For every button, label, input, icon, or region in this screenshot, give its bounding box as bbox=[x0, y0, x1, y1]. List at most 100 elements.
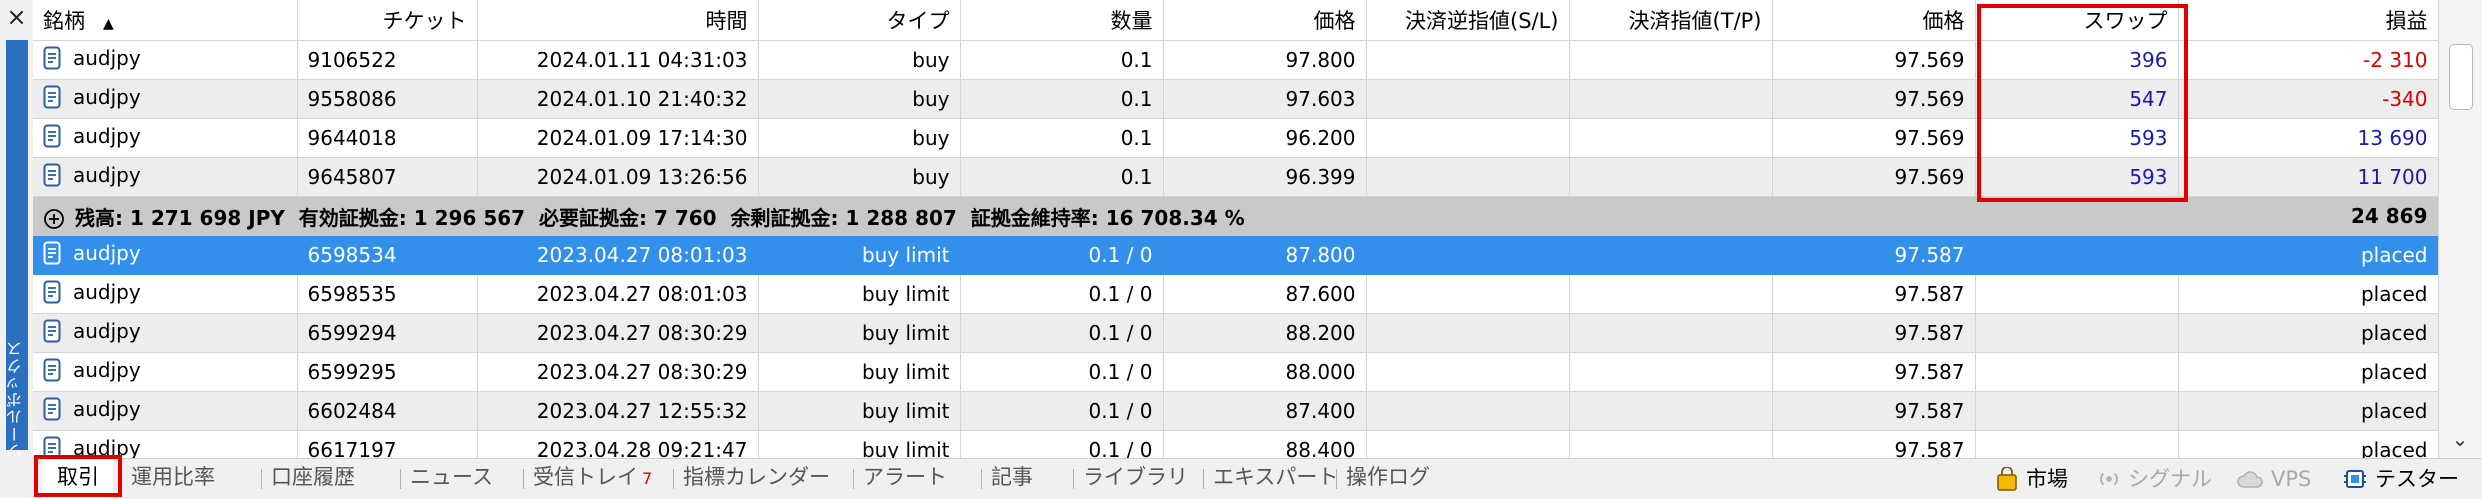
ticket-cell: 9644018 bbox=[297, 118, 478, 158]
volume-cell: 0.1 bbox=[960, 79, 1164, 119]
tab-6[interactable]: 指標カレンダー bbox=[683, 459, 830, 499]
tab-divider bbox=[981, 469, 982, 489]
status-cell: placed bbox=[2178, 274, 2438, 314]
symbol: audjpy bbox=[43, 124, 141, 148]
column-header[interactable]: 価格 bbox=[1772, 0, 1976, 41]
order-document-icon bbox=[43, 241, 61, 264]
order-document-icon bbox=[43, 436, 61, 458]
column-header[interactable]: 決済逆指値(S/L) bbox=[1366, 0, 1570, 41]
order-document-icon bbox=[43, 358, 61, 381]
stop-loss-cell bbox=[1366, 313, 1570, 353]
pending-order-row[interactable]: audjpy 6598534 2023.04.27 08:01:03 buy limi… bbox=[33, 235, 2438, 275]
type-cell: buy bbox=[758, 118, 961, 158]
signal-icon bbox=[2098, 468, 2120, 490]
tab-label: エキスパート bbox=[1213, 465, 1339, 489]
symbol-cell: audjpy bbox=[33, 313, 298, 353]
tab-divider bbox=[673, 469, 674, 489]
tab-シグナル[interactable]: シグナル bbox=[2098, 459, 2212, 499]
stop-loss-cell bbox=[1366, 352, 1570, 392]
symbol: audjpy bbox=[43, 319, 141, 343]
type-cell: buy limit bbox=[758, 430, 961, 458]
symbol-cell: audjpy bbox=[33, 118, 298, 158]
tab-divider bbox=[1073, 469, 1074, 489]
current-price-cell: 97.587 bbox=[1772, 274, 1976, 314]
tab-テスター[interactable]: テスター bbox=[2343, 459, 2459, 499]
tab-7[interactable]: アラート bbox=[863, 459, 947, 499]
pending-order-row[interactable]: audjpy 6598535 2023.04.27 08:01:03 buy limi… bbox=[33, 274, 2438, 314]
account-summary-row: 残高: 1 271 698 JPY 有効証拠金: 1 296 567 必要証拠金… bbox=[33, 196, 2438, 236]
current-price-cell: 97.569 bbox=[1772, 157, 1976, 197]
type-cell: buy bbox=[758, 157, 961, 197]
chevron-down-icon[interactable]: ⌄ bbox=[2443, 424, 2477, 454]
toolbox-strip: × ツールボックス bbox=[0, 0, 34, 498]
stop-loss-cell bbox=[1366, 235, 1570, 275]
trade-grid: 銘柄 ▲ チケット 時間 タイプ 数量 価格 決済逆指値(S/L) 決済指値(T/P) 価格 スワッ… bbox=[33, 0, 2438, 458]
column-header[interactable]: 銘柄 ▲ bbox=[33, 0, 298, 41]
ticket-cell: 9558086 bbox=[297, 79, 478, 119]
pending-order-row[interactable]: audjpy 6602484 2023.04.27 12:55:32 buy limi… bbox=[33, 391, 2438, 431]
vertical-scrollbar[interactable]: ⌄ bbox=[2438, 0, 2482, 458]
swap-cell: 593 bbox=[1975, 118, 2179, 158]
ticket-cell: 6602484 bbox=[297, 391, 478, 431]
time-cell: 2023.04.27 08:01:03 bbox=[477, 235, 759, 275]
tab-2[interactable]: 運用比率 bbox=[131, 459, 215, 499]
position-row[interactable]: audjpy 9645807 2024.01.09 13:26:56 buy 0.1 96… bbox=[33, 157, 2438, 197]
order-document-icon bbox=[43, 124, 61, 147]
time-cell: 2023.04.27 12:55:32 bbox=[477, 391, 759, 431]
symbol-cell: audjpy bbox=[33, 235, 298, 275]
tab-9[interactable]: ライブラリ bbox=[1083, 459, 1188, 499]
current-price-cell: 97.587 bbox=[1772, 430, 1976, 458]
tab-10[interactable]: エキスパート bbox=[1213, 459, 1338, 499]
current-price-cell: 97.587 bbox=[1772, 235, 1976, 275]
time-cell: 2023.04.28 09:21:47 bbox=[477, 430, 759, 458]
account-summary-cell: 残高: 1 271 698 JPY 有効証拠金: 1 296 567 必要証拠金… bbox=[33, 196, 2179, 236]
pending-order-row[interactable]: audjpy 6599294 2023.04.27 08:30:29 buy limi… bbox=[33, 313, 2438, 353]
symbol-cell: audjpy bbox=[33, 430, 298, 458]
volume-cell: 0.1 bbox=[960, 40, 1164, 80]
close-icon[interactable]: × bbox=[0, 0, 33, 34]
take-profit-cell bbox=[1569, 79, 1773, 119]
column-header[interactable]: チケット bbox=[297, 0, 478, 41]
tab-label: テスター bbox=[2375, 467, 2459, 491]
tab-8[interactable]: 記事 bbox=[991, 459, 1033, 499]
tab-4[interactable]: ニュース bbox=[410, 459, 493, 499]
position-row[interactable]: audjpy 9106522 2024.01.11 04:31:03 buy 0.1 97… bbox=[33, 40, 2438, 80]
type-cell: buy bbox=[758, 79, 961, 119]
symbol-name: audjpy bbox=[73, 357, 141, 382]
symbol: audjpy bbox=[43, 280, 141, 304]
tab-11[interactable]: 操作ログ bbox=[1346, 459, 1430, 499]
column-header[interactable]: 数量 bbox=[960, 0, 1164, 41]
column-header[interactable]: 時間 bbox=[477, 0, 759, 41]
order-document-icon bbox=[43, 163, 61, 186]
volume-cell: 0.1 / 0 bbox=[960, 391, 1164, 431]
swap-cell bbox=[1975, 235, 2179, 275]
column-header[interactable]: 価格 bbox=[1163, 0, 1367, 41]
pending-order-row[interactable]: audjpy 6599295 2023.04.27 08:30:29 buy limi… bbox=[33, 352, 2438, 392]
tab-1[interactable]: 取引 bbox=[43, 459, 113, 499]
order-document-icon bbox=[43, 280, 61, 303]
column-header[interactable]: スワップ bbox=[1975, 0, 2179, 41]
order-document-icon bbox=[43, 85, 61, 108]
tab-VPS[interactable]: VPS bbox=[2237, 459, 2311, 499]
time-cell: 2023.04.27 08:30:29 bbox=[477, 352, 759, 392]
open-price-cell: 87.800 bbox=[1163, 235, 1367, 275]
scrollbar-thumb[interactable] bbox=[2449, 44, 2473, 110]
position-row[interactable]: audjpy 9558086 2024.01.10 21:40:32 buy 0.1 97… bbox=[33, 79, 2438, 119]
tab-5[interactable]: 受信トレイ 7 bbox=[533, 459, 652, 499]
column-header[interactable]: 損益 bbox=[2178, 0, 2438, 41]
time-cell: 2024.01.10 21:40:32 bbox=[477, 79, 759, 119]
cloud-icon bbox=[2237, 469, 2263, 489]
trade-table: 銘柄 ▲ チケット 時間 タイプ 数量 価格 決済逆指値(S/L) 決済指値(T/P) 価格 スワッ… bbox=[33, 0, 2438, 458]
profit-cell: 11 700 bbox=[2178, 157, 2438, 197]
column-header[interactable]: 決済指値(T/P) bbox=[1569, 0, 1773, 41]
symbol-name: audjpy bbox=[73, 162, 141, 187]
total-profit-cell: 24 869 bbox=[2178, 196, 2438, 236]
column-header[interactable]: タイプ bbox=[758, 0, 961, 41]
tab-3[interactable]: 口座履歴 bbox=[271, 459, 355, 499]
volume-cell: 0.1 / 0 bbox=[960, 274, 1164, 314]
expand-plus-icon[interactable] bbox=[43, 208, 65, 230]
pending-order-row[interactable]: audjpy 6617197 2023.04.28 09:21:47 buy limi… bbox=[33, 430, 2438, 458]
current-price-cell: 97.569 bbox=[1772, 40, 1976, 80]
position-row[interactable]: audjpy 9644018 2024.01.09 17:14:30 buy 0.1 96… bbox=[33, 118, 2438, 158]
tab-市場[interactable]: 市場 bbox=[1996, 459, 2068, 499]
